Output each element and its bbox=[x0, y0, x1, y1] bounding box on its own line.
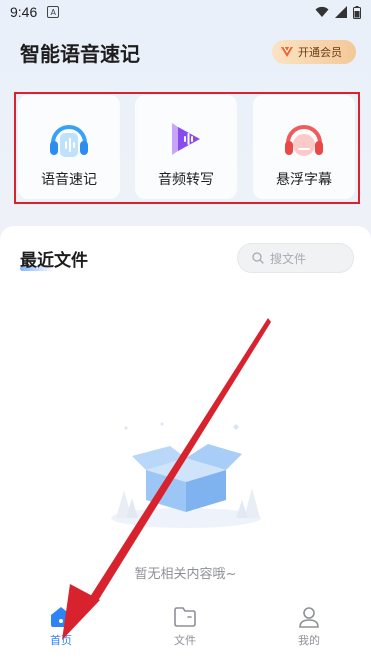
search-icon bbox=[252, 252, 264, 264]
tab-profile[interactable]: 我的 bbox=[274, 606, 344, 648]
tab-home[interactable]: 首页 bbox=[26, 606, 96, 648]
signal-icon bbox=[335, 6, 347, 18]
status-bar: 9:46 A bbox=[0, 0, 371, 24]
empty-state-text: 暂无相关内容哦~ bbox=[134, 567, 237, 582]
search-placeholder: 搜文件 bbox=[270, 251, 307, 266]
tab-label: 我的 bbox=[298, 634, 320, 647]
search-input[interactable]: 搜文件 bbox=[237, 243, 354, 273]
empty-box-illustration bbox=[111, 422, 261, 528]
folder-icon bbox=[174, 607, 196, 627]
vip-label: 开通会员 bbox=[298, 46, 342, 59]
tab-label: 首页 bbox=[50, 634, 72, 647]
diamond-icon bbox=[281, 46, 293, 57]
user-icon bbox=[299, 607, 319, 628]
notification-badge: A bbox=[47, 6, 60, 18]
tab-files[interactable]: 文件 bbox=[150, 606, 220, 648]
status-icons bbox=[315, 5, 361, 19]
annotation-frame bbox=[14, 92, 360, 204]
app-title: 智能语音速记 bbox=[20, 42, 140, 66]
status-time: 9:46 bbox=[10, 4, 38, 20]
battery-icon bbox=[353, 5, 361, 19]
recent-files-title: 最近文件 bbox=[20, 251, 88, 271]
home-icon bbox=[51, 607, 71, 627]
vip-button[interactable]: 开通会员 bbox=[272, 40, 356, 64]
tab-label: 文件 bbox=[174, 634, 196, 647]
wifi-icon bbox=[315, 6, 329, 17]
